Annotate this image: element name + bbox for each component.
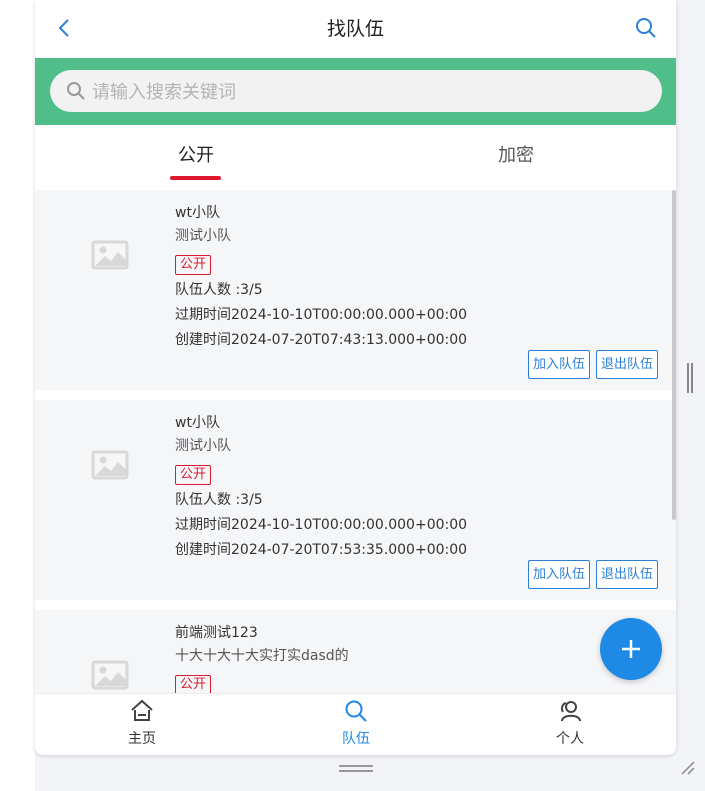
page-title: 找队伍 — [326, 18, 384, 40]
active-tab-indicator — [170, 176, 221, 180]
tab-private[interactable]: 加密 — [498, 141, 534, 167]
corner-resize-handle[interactable] — [680, 760, 696, 776]
image-placeholder-icon — [91, 240, 129, 270]
status-badge: 公开 — [175, 465, 212, 485]
bottom-tabbar: 主页 队伍 个人 — [35, 693, 676, 755]
tab-bar: 公开 加密 — [35, 125, 676, 185]
navbar: 找队伍 — [35, 0, 676, 58]
team-create-time: 创建时间2024-07-20T07:43:13.000+00:00 — [175, 332, 468, 348]
plus-icon — [622, 640, 640, 658]
search-icon — [345, 700, 367, 722]
team-name: wt小队 — [175, 415, 220, 431]
quit-team-button[interactable]: 退出队伍 — [596, 560, 658, 589]
team-members: 队伍人数 :3/5 — [175, 282, 263, 298]
image-placeholder-icon — [91, 450, 129, 480]
team-card: 前端测试123 十大十大十大实打实dasd的 公开 — [35, 610, 676, 693]
team-members: 队伍人数 :3/5 — [175, 492, 263, 508]
search-icon[interactable] — [634, 16, 658, 40]
side-resize-handle[interactable] — [686, 363, 694, 393]
user-icon — [561, 701, 581, 722]
team-expire-time: 过期时间2024-10-10T00:00:00.000+00:00 — [175, 517, 468, 533]
nav-team[interactable]: 队伍 — [316, 698, 396, 748]
team-description: 十大十大十大实打实dasd的 — [175, 648, 349, 664]
search-box — [50, 70, 662, 112]
team-description: 测试小队 — [175, 228, 231, 244]
nav-me-label: 个人 — [556, 731, 584, 747]
status-badge: 公开 — [175, 255, 212, 275]
tab-public[interactable]: 公开 — [178, 141, 214, 167]
team-description: 测试小队 — [175, 438, 231, 454]
nav-home-label: 主页 — [128, 731, 156, 747]
team-name: 前端测试123 — [175, 625, 258, 641]
team-expire-time: 过期时间2024-10-10T00:00:00.000+00:00 — [175, 307, 468, 323]
scrollbar[interactable] — [672, 190, 676, 520]
status-badge: 公开 — [175, 675, 212, 693]
team-card: wt小队 测试小队 公开 队伍人数 :3/5 过期时间2024-10-10T00… — [35, 400, 676, 600]
search-input[interactable] — [90, 77, 644, 107]
team-create-time: 创建时间2024-07-20T07:53:35.000+00:00 — [175, 542, 468, 558]
quit-team-button[interactable]: 退出队伍 — [596, 350, 658, 379]
nav-home[interactable]: 主页 — [102, 698, 182, 748]
app-window: 找队伍 公开 加密 wt小队 测试小队 公开 — [35, 0, 676, 755]
search-icon — [67, 82, 85, 100]
search-bar — [35, 58, 676, 125]
join-team-button[interactable]: 加入队伍 — [528, 350, 590, 379]
image-placeholder-icon — [91, 660, 129, 690]
team-list[interactable]: wt小队 测试小队 公开 队伍人数 :3/5 过期时间2024-10-10T00… — [35, 190, 676, 693]
join-team-button[interactable]: 加入队伍 — [528, 560, 590, 589]
left-gutter — [0, 0, 35, 791]
team-card: wt小队 测试小队 公开 队伍人数 :3/5 过期时间2024-10-10T00… — [35, 190, 676, 390]
nav-team-label: 队伍 — [342, 731, 370, 747]
bottom-resize-handle[interactable] — [339, 764, 373, 772]
nav-me[interactable]: 个人 — [530, 698, 610, 748]
home-icon — [131, 699, 153, 721]
create-team-button[interactable] — [600, 618, 662, 680]
team-name: wt小队 — [175, 205, 220, 221]
